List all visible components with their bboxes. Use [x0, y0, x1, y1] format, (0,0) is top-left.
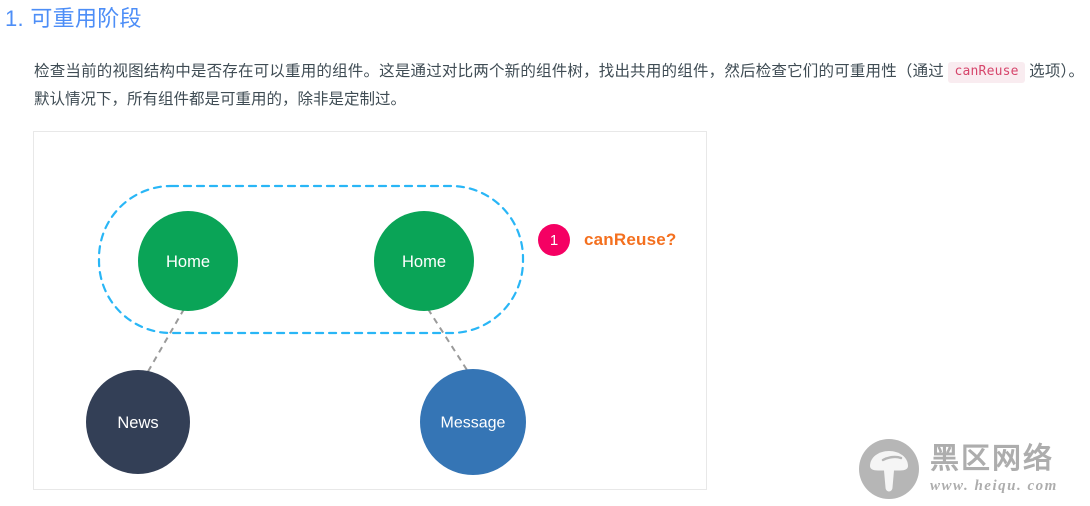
watermark-site-url: www. heiqu. com	[930, 477, 1058, 494]
annotation-badge: 1	[538, 224, 570, 256]
component-tree-diagram: Home Home News Message	[86, 184, 526, 475]
diagram-card: Home Home News Message	[33, 131, 707, 490]
mushroom-logo-icon	[859, 439, 919, 499]
watermark-site-name: 黑区网络	[930, 442, 1055, 475]
edge-home-to-news	[145, 308, 185, 376]
node-home-left-label: Home	[166, 253, 210, 271]
annotation-canreuse: 1 canReuse?	[538, 224, 677, 256]
inline-code-canreuse: canReuse	[948, 62, 1025, 83]
edge-home-to-message	[427, 308, 468, 371]
page-title: 1. 可重用阶段	[5, 6, 142, 31]
annotation-label: canReuse?	[584, 230, 677, 249]
watermark-text: 黑区网络 www. heiqu. com	[930, 442, 1058, 494]
node-message[interactable]: Message	[420, 369, 526, 475]
node-news[interactable]: News	[86, 370, 190, 474]
paragraph-part-1: 检查当前的视图结构中是否存在可以重用的组件。这是通过对比两个新的组件树，找出共用…	[34, 63, 949, 80]
node-home-left[interactable]: Home	[138, 211, 238, 311]
node-message-label: Message	[441, 415, 506, 432]
watermark: 黑区网络 www. heiqu. com	[858, 438, 1058, 500]
node-home-right[interactable]: Home	[374, 211, 474, 311]
description-paragraph: 检查当前的视图结构中是否存在可以重用的组件。这是通过对比两个新的组件树，找出共用…	[34, 58, 1084, 114]
node-home-right-label: Home	[402, 253, 446, 271]
node-news-label: News	[117, 414, 158, 432]
